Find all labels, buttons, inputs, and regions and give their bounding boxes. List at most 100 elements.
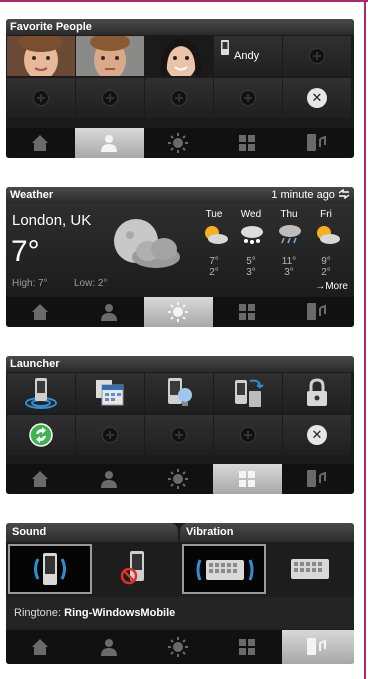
forecast-low: 2° [209,267,219,278]
vibrate-keyboard-icon [196,559,254,581]
tab-sound[interactable] [282,630,354,664]
launcher-item[interactable] [7,415,75,455]
tab-weather[interactable] [144,128,213,158]
vibration-off-option[interactable] [268,544,352,594]
tab-bar [6,630,354,664]
tab-people[interactable] [75,128,144,158]
rain-cloud-icon [279,225,301,244]
close-icon: ✕ [307,88,327,108]
launcher-item[interactable] [145,373,213,413]
add-launcher-slot[interactable] [76,415,144,455]
frame-top-border [0,0,368,2]
weather-widget: Weather 1 minute ago London, UK 7° High:… [6,187,354,327]
sound-on-option[interactable] [8,544,92,594]
launcher-item[interactable] [7,373,75,413]
more-link[interactable]: →More [315,281,348,292]
tab-launcher[interactable] [213,297,282,327]
tab-home[interactable] [6,128,75,158]
tab-sound[interactable] [282,128,351,158]
contact-name: Andy [234,50,260,62]
launcher-widget: Launcher ✕ [6,356,354,494]
weather-sun-icon [168,302,188,322]
phone-ringing-icon [34,553,66,585]
launcher-grid-icon [239,304,255,320]
tab-launcher[interactable] [213,464,282,494]
tab-people[interactable] [75,297,144,327]
tab-home[interactable] [6,630,75,664]
phone-sound-icon [307,470,326,487]
forecast-high: 9° [321,256,331,267]
add-launcher-slot[interactable] [145,415,213,455]
add-icon [240,90,256,106]
tab-sound[interactable] [282,464,351,494]
sun-cloud-icon [317,226,340,244]
tab-weather[interactable] [144,297,213,327]
tab-sound[interactable] [282,297,351,327]
launcher-item[interactable] [214,373,282,413]
home-icon [32,135,48,151]
forecast-day-label: Tue [205,209,223,220]
add-contact-slot[interactable] [145,78,213,118]
forecast-low: 2° [321,267,331,278]
remove-contact-slot[interactable]: ✕ [283,78,351,118]
phone-sound-icon [307,134,326,151]
remove-launcher-slot[interactable]: ✕ [283,415,351,455]
contact-tile-andy[interactable]: Andy [214,36,282,76]
weather-sun-icon [168,637,188,657]
contact-photo-2[interactable] [76,36,144,76]
person-icon [101,471,117,488]
phone-sync-icon [235,379,264,407]
sound-label: Sound [12,526,47,538]
forecast-low: 3° [246,267,256,278]
snow-cloud-icon [241,226,263,244]
tab-home[interactable] [6,464,75,494]
tab-launcher[interactable] [213,128,282,158]
add-icon [171,427,187,443]
forecast-low: 3° [284,267,294,278]
phone-sound-icon [307,303,326,320]
contact-photo-1[interactable] [7,36,75,76]
add-launcher-slot[interactable] [214,415,282,455]
tab-weather[interactable] [144,630,213,664]
tab-people[interactable] [75,630,144,664]
sun-cloud-icon [205,226,228,244]
launcher-item[interactable] [283,373,351,413]
forecast-high: 5° [246,256,256,267]
weather-sun-icon [168,133,188,153]
forecast-day-label: Fri [320,209,332,220]
moon-cloud-icon [114,219,180,268]
launcher-title: Launcher [6,356,354,372]
sound-off-option[interactable] [94,544,178,594]
vibration-on-option[interactable] [182,544,266,594]
vibration-header: Vibration [180,523,354,542]
calendar-icon [96,380,124,406]
green-sync-icon [29,423,53,447]
tab-bar [6,128,354,158]
tab-launcher[interactable] [213,630,282,664]
add-icon [102,90,118,106]
home-icon [32,304,48,320]
sound-header: Sound [6,523,178,542]
add-contact-slot[interactable] [7,78,75,118]
phone-sound-icon [307,638,326,655]
forecast-high: 11° [281,256,297,267]
tab-people[interactable] [75,464,144,494]
phone-signal-icon [25,378,57,409]
add-icon [309,48,325,64]
person-icon [101,304,117,321]
add-contact-slot[interactable] [214,78,282,118]
sound-widget: Sound Vibration Ringtone: Ring-WindowsMo… [6,523,354,664]
add-contact-slot[interactable] [283,36,351,76]
refresh-icon[interactable] [338,188,350,200]
add-contact-slot[interactable] [76,78,144,118]
launcher-grid-icon [239,639,255,655]
launcher-grid-icon [239,135,255,151]
launcher-item[interactable] [76,373,144,413]
tab-bar [6,464,354,494]
contact-photo-3[interactable] [145,36,213,76]
tab-home[interactable] [6,297,75,327]
people-grid: Andy ✕ [6,35,354,128]
tab-weather[interactable] [144,464,213,494]
vibration-label: Vibration [186,526,234,538]
phone-muted-icon [120,551,144,585]
